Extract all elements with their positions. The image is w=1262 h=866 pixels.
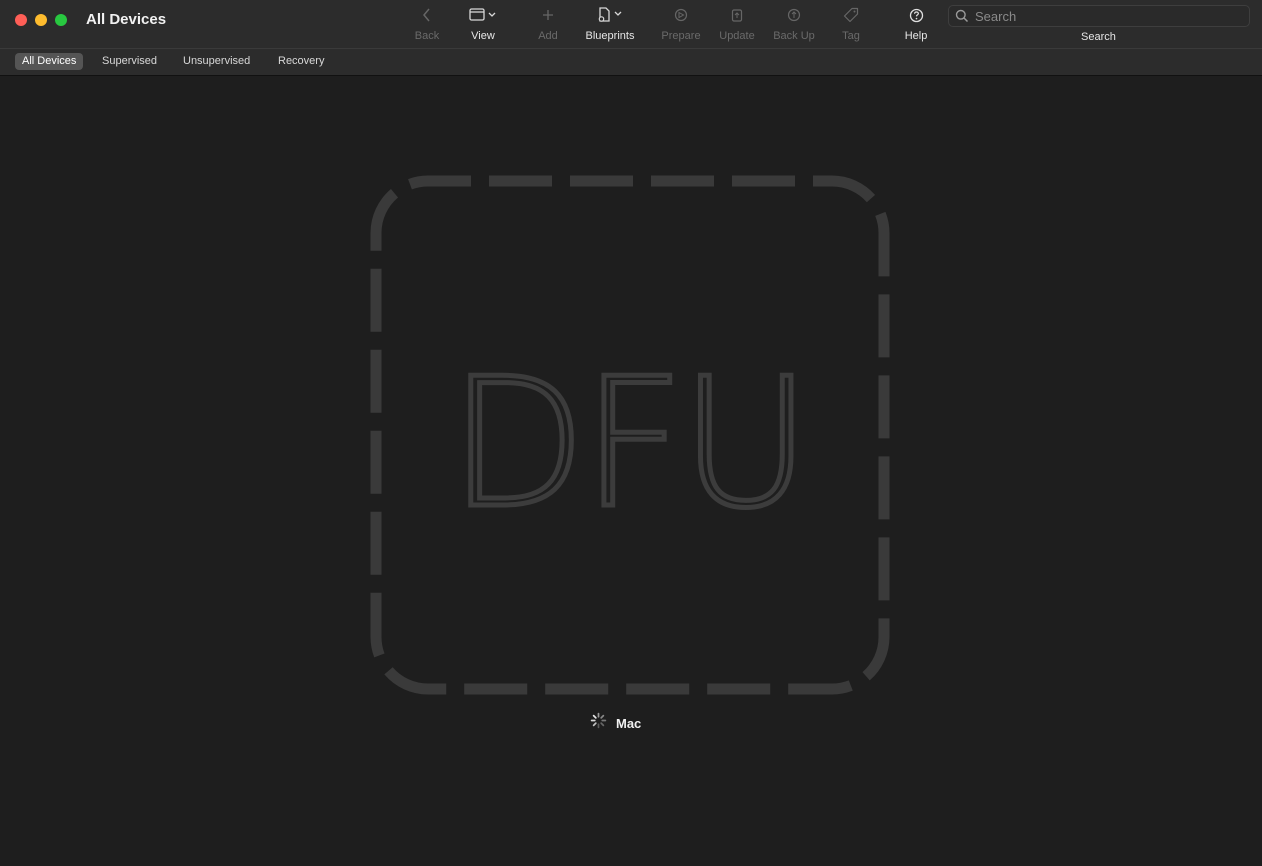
plus-icon: [542, 4, 554, 26]
tag-icon: [843, 4, 859, 26]
tag-button[interactable]: Tag: [838, 4, 864, 46]
prepare-label: Prepare: [661, 30, 701, 42]
dfu-placeholder-graphic: DFU: [370, 175, 890, 695]
close-window-button[interactable]: [15, 14, 27, 26]
update-icon: [731, 4, 743, 26]
view-label: View: [471, 30, 495, 42]
search-label: Search: [1081, 31, 1116, 43]
backup-label: Back Up: [773, 30, 815, 42]
dfu-device-tile[interactable]: DFU: [370, 175, 890, 695]
filter-supervised[interactable]: Supervised: [95, 53, 164, 70]
filter-recovery[interactable]: Recovery: [271, 53, 331, 70]
search-field[interactable]: [948, 5, 1250, 27]
search-input[interactable]: [975, 6, 1245, 26]
device-name: Mac: [616, 715, 642, 731]
blueprint-icon: [596, 4, 624, 26]
filter-unsupervised[interactable]: Unsupervised: [176, 53, 257, 70]
window-title: All Devices: [86, 11, 167, 28]
back-button[interactable]: Back: [412, 4, 442, 46]
help-label: Help: [904, 30, 928, 42]
add-label: Add: [538, 30, 558, 42]
tag-label: Tag: [842, 30, 860, 42]
scope-filter-bar: All Devices Supervised Unsupervised Reco…: [0, 48, 1262, 76]
filter-all-devices[interactable]: All Devices: [15, 53, 84, 70]
view-button[interactable]: View: [465, 4, 501, 46]
prepare-icon: [674, 4, 688, 26]
device-name-row: Mac: [590, 712, 642, 734]
minimize-window-button[interactable]: [35, 14, 47, 26]
question-circle-icon: [909, 4, 924, 26]
search-icon: [955, 9, 969, 28]
update-button[interactable]: Update: [716, 4, 758, 46]
add-button[interactable]: Add: [534, 4, 562, 46]
window-view-icon: [469, 4, 497, 26]
loading-spinner-icon: [590, 712, 607, 734]
blueprints-button[interactable]: Blueprints: [580, 4, 640, 46]
help-button[interactable]: Help: [902, 4, 930, 46]
back-label: Back: [414, 30, 440, 42]
backup-button[interactable]: Back Up: [770, 4, 818, 46]
window-titlebar: All Devices Back View Add Blueprints Pre…: [0, 0, 1262, 48]
dfu-mode-text: DFU: [449, 340, 807, 547]
backup-icon: [787, 4, 801, 26]
chevron-left-icon: [422, 4, 432, 26]
update-label: Update: [719, 30, 755, 42]
blueprints-label: Blueprints: [585, 30, 635, 42]
device-content-area: DFU Mac: [0, 76, 1262, 866]
prepare-button[interactable]: Prepare: [658, 4, 704, 46]
zoom-window-button[interactable]: [55, 14, 67, 26]
